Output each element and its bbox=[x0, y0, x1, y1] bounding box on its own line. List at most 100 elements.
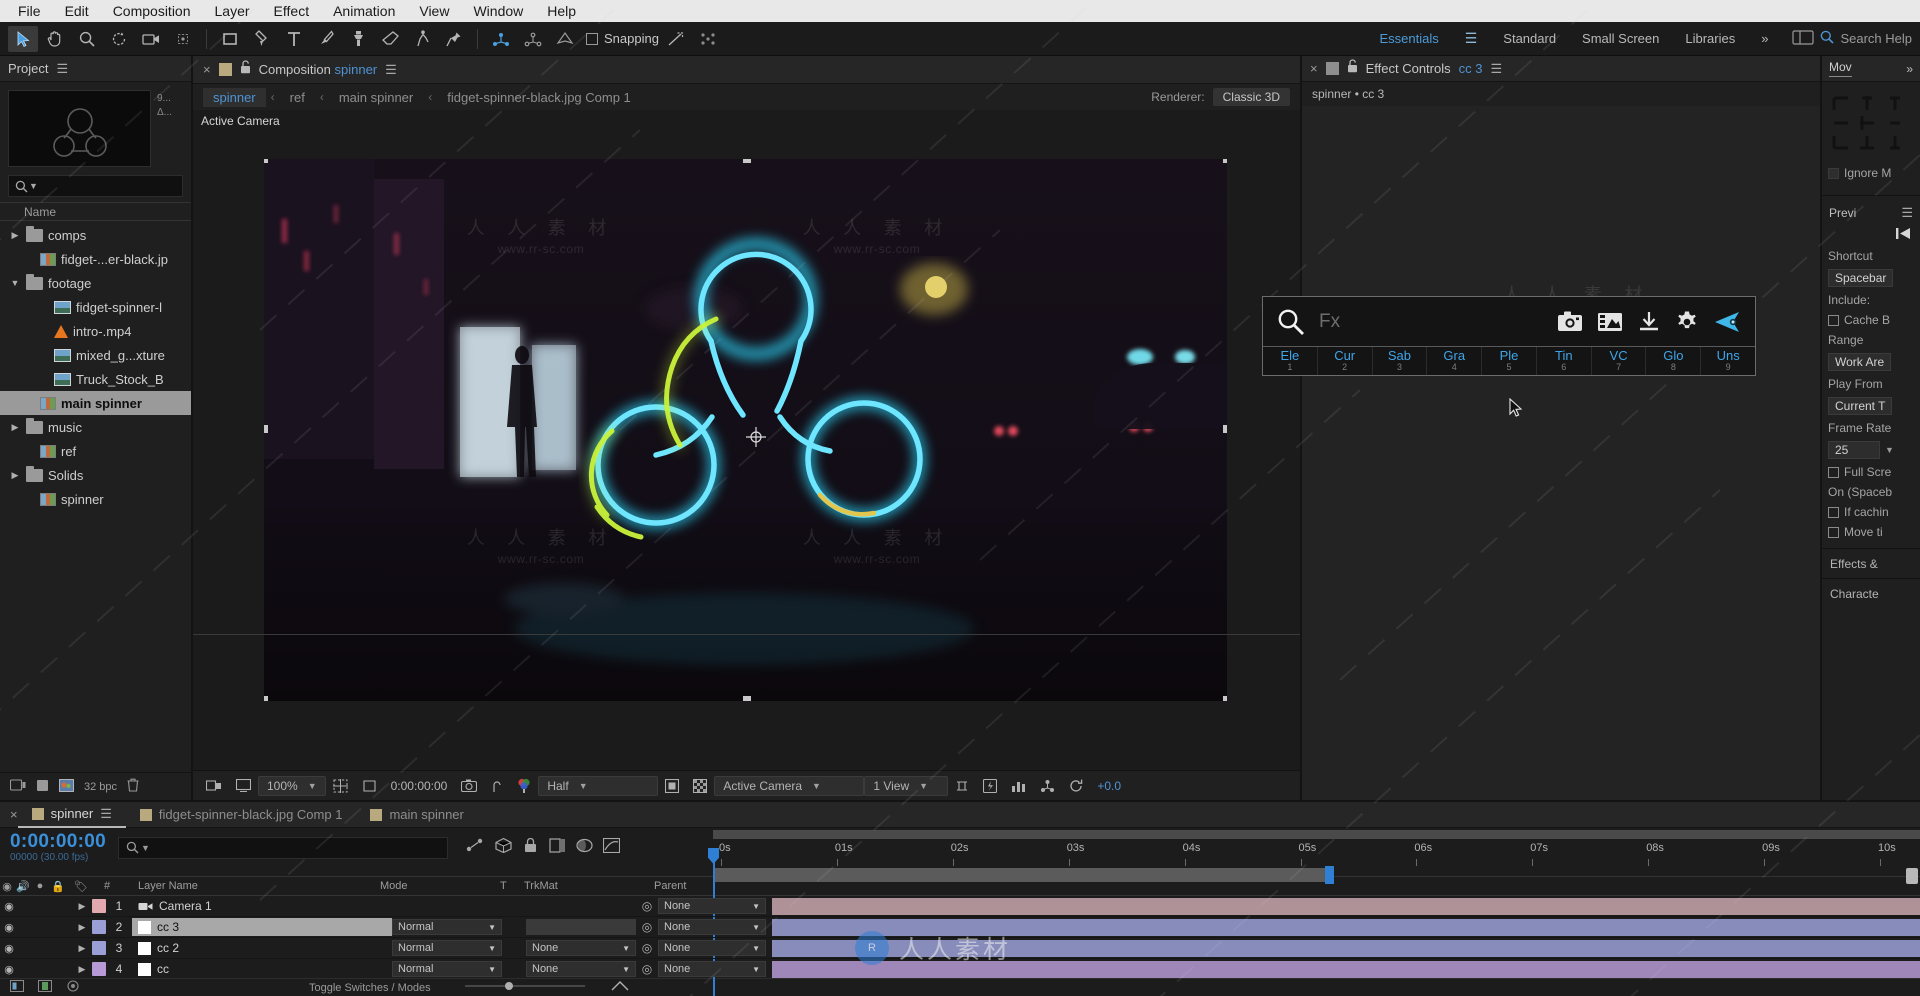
character-section[interactable]: Characte bbox=[1822, 578, 1920, 608]
view-axis-mode-icon[interactable] bbox=[550, 26, 580, 52]
selection-handle-tc[interactable] bbox=[743, 159, 751, 163]
workspace-overflow-icon[interactable]: » bbox=[1761, 31, 1768, 46]
timecode-block[interactable]: 0:00:00:00 00000 (30.00 fps) bbox=[10, 832, 106, 864]
selection-handle-br[interactable] bbox=[1223, 696, 1227, 701]
menu-animation[interactable]: Animation bbox=[321, 0, 407, 22]
world-axis-mode-icon[interactable] bbox=[518, 26, 548, 52]
preset-icon[interactable] bbox=[1713, 310, 1741, 334]
project-item[interactable]: intro-.mp4 bbox=[0, 319, 191, 343]
pixel-aspect-icon[interactable] bbox=[948, 779, 976, 793]
composition-canvas[interactable]: 人 人 素 材 www.rr-sc.com 人 人 素 材 www.rr-sc.… bbox=[264, 159, 1227, 701]
new-folder-icon[interactable] bbox=[36, 779, 49, 795]
layer-label-swatch[interactable] bbox=[92, 941, 106, 955]
workspace-essentials[interactable]: Essentials bbox=[1379, 31, 1438, 46]
timeline-graph-icon[interactable] bbox=[1004, 779, 1033, 793]
layer-parent-dropdown[interactable]: None ▼ bbox=[658, 940, 766, 956]
fx-shortcut-key[interactable]: Gra 4 bbox=[1427, 347, 1483, 375]
view-layout-dropdown[interactable]: 1 View ▼ bbox=[864, 775, 949, 796]
layer-mode-dropdown[interactable]: Normal ▼ bbox=[392, 940, 502, 956]
breadcrumb-item-3[interactable]: fidget-spinner-black.jpg Comp 1 bbox=[437, 88, 641, 107]
ignore-option-row[interactable]: Ignore M bbox=[1828, 163, 1914, 183]
mode-header[interactable]: Mode bbox=[380, 880, 500, 892]
snapping-toggle[interactable]: Snapping bbox=[586, 31, 659, 46]
project-item[interactable]: mixed_g...xture bbox=[0, 343, 191, 367]
timeline-footer-icon-2[interactable] bbox=[38, 980, 52, 995]
selection-handle-bc[interactable] bbox=[743, 696, 751, 701]
layer-expand-icon[interactable]: ▶ bbox=[72, 901, 92, 912]
menu-edit[interactable]: Edit bbox=[53, 0, 101, 22]
selection-handle-mr[interactable] bbox=[1223, 425, 1227, 433]
layer-name-cell[interactable]: cc 3 bbox=[132, 918, 392, 936]
camera-view-dropdown[interactable]: Active Camera ▼ bbox=[714, 775, 865, 796]
search-help-icon[interactable] bbox=[1820, 30, 1835, 47]
current-time-display[interactable]: 0:00:00:00 bbox=[384, 779, 455, 793]
always-preview-icon[interactable] bbox=[199, 779, 229, 793]
fx-shortcut-key[interactable]: Sab 3 bbox=[1373, 347, 1428, 375]
layer-label-swatch[interactable] bbox=[92, 962, 106, 976]
selection-tool-icon[interactable] bbox=[8, 25, 38, 52]
project-item[interactable]: ref bbox=[0, 439, 191, 463]
project-item[interactable]: ▶ Solids bbox=[0, 463, 191, 487]
playfrom-value[interactable]: Current T bbox=[1828, 397, 1893, 415]
menu-view[interactable]: View bbox=[407, 0, 461, 22]
project-item[interactable]: fidget-...er-black.jp bbox=[0, 247, 191, 271]
rectangle-tool-icon[interactable] bbox=[215, 26, 245, 52]
chevron-right-icon[interactable]: ▶ bbox=[9, 230, 21, 241]
shortcut-value-row[interactable]: Spacebar bbox=[1828, 266, 1914, 290]
menu-composition[interactable]: Composition bbox=[101, 0, 203, 22]
project-bpc-label[interactable]: 32 bpc bbox=[84, 781, 117, 793]
shortcut-value[interactable]: Spacebar bbox=[1828, 269, 1894, 287]
playfrom-value-row[interactable]: Current T bbox=[1828, 394, 1914, 418]
parent-pickwhip-icon[interactable]: ◎ bbox=[636, 941, 658, 955]
workspace-layout-icon[interactable] bbox=[1792, 29, 1815, 48]
ifcaching-row[interactable]: If cachin bbox=[1828, 502, 1914, 522]
toggle-switches-modes-button[interactable]: Toggle Switches / Modes bbox=[309, 982, 431, 994]
fx-shortcut-key[interactable]: VC 7 bbox=[1592, 347, 1647, 375]
timeline-tab-fidget[interactable]: fidget-spinner-black.jpg Comp 1 bbox=[126, 807, 357, 822]
layer-video-toggle[interactable]: ◉ bbox=[0, 963, 18, 976]
workspace-menu-icon[interactable]: ☰ bbox=[1465, 30, 1478, 47]
type-tool-icon[interactable] bbox=[279, 26, 309, 52]
layer-expand-icon[interactable]: ▶ bbox=[72, 922, 92, 933]
fx-search-input[interactable]: Fx bbox=[1319, 311, 1543, 333]
layer-mode-dropdown[interactable]: Normal ▼ bbox=[392, 961, 502, 977]
fullscreen-checkbox[interactable] bbox=[1828, 466, 1839, 478]
layer-name-cell[interactable]: cc 2 bbox=[132, 939, 392, 957]
parent-pickwhip-icon[interactable]: ◎ bbox=[636, 962, 658, 976]
layer-trkmat-dropdown[interactable]: None ▼ bbox=[526, 961, 636, 977]
composition-viewer[interactable]: 人 人 素 材 www.rr-sc.com 人 人 素 材 www.rr-sc.… bbox=[193, 130, 1300, 770]
layer-parent-dropdown[interactable]: None ▼ bbox=[658, 919, 766, 935]
local-axis-mode-icon[interactable] bbox=[486, 26, 516, 52]
eraser-tool-icon[interactable] bbox=[375, 26, 405, 52]
grid-guides-icon[interactable] bbox=[326, 778, 355, 793]
render-view-icon[interactable] bbox=[229, 779, 258, 792]
work-area-top-bar[interactable] bbox=[713, 830, 1920, 839]
composition-mini-flowchart-icon[interactable] bbox=[466, 838, 484, 858]
close-tab-icon[interactable]: × bbox=[203, 62, 211, 77]
effect-controls-menu-icon[interactable]: ☰ bbox=[1490, 61, 1502, 77]
fx-shortcut-key[interactable]: Tin 6 bbox=[1537, 347, 1592, 375]
t-header[interactable]: T bbox=[500, 880, 524, 892]
layer-video-toggle[interactable]: ◉ bbox=[0, 921, 18, 934]
motion-panel-title[interactable]: Mov bbox=[1829, 60, 1852, 77]
project-item[interactable]: ▶ music bbox=[0, 415, 191, 439]
framerate-value[interactable]: 25 bbox=[1828, 441, 1880, 459]
3d-renderer-icon[interactable] bbox=[1033, 779, 1062, 793]
delete-icon[interactable] bbox=[127, 778, 139, 795]
movetime-row[interactable]: Move ti bbox=[1828, 522, 1914, 542]
layer-parent-dropdown[interactable]: None ▼ bbox=[658, 961, 766, 977]
selection-handle-tl[interactable] bbox=[264, 159, 268, 163]
timeline-view-mode-icon[interactable] bbox=[609, 980, 631, 995]
cache-row[interactable]: Cache B bbox=[1828, 310, 1914, 330]
search-help-input[interactable]: Search Help bbox=[1840, 31, 1912, 46]
effects-presets-section[interactable]: Effects & bbox=[1822, 548, 1920, 578]
project-item-list[interactable]: ▶ comps fidget-...er-black.jp ▼ footage fidge… bbox=[0, 221, 191, 772]
timeline-tab-main-spinner[interactable]: main spinner bbox=[356, 807, 477, 822]
snapping-points-icon[interactable] bbox=[693, 26, 723, 52]
fx-shortcut-key[interactable]: Glo 8 bbox=[1646, 347, 1702, 375]
timeline-footer-icon-3[interactable] bbox=[66, 980, 80, 995]
layer-mode-dropdown[interactable]: Normal ▼ bbox=[392, 919, 502, 935]
range-value[interactable]: Work Are bbox=[1828, 353, 1892, 371]
transparency-grid-icon[interactable] bbox=[686, 778, 714, 793]
snapping-arrow-icon[interactable] bbox=[661, 26, 691, 52]
